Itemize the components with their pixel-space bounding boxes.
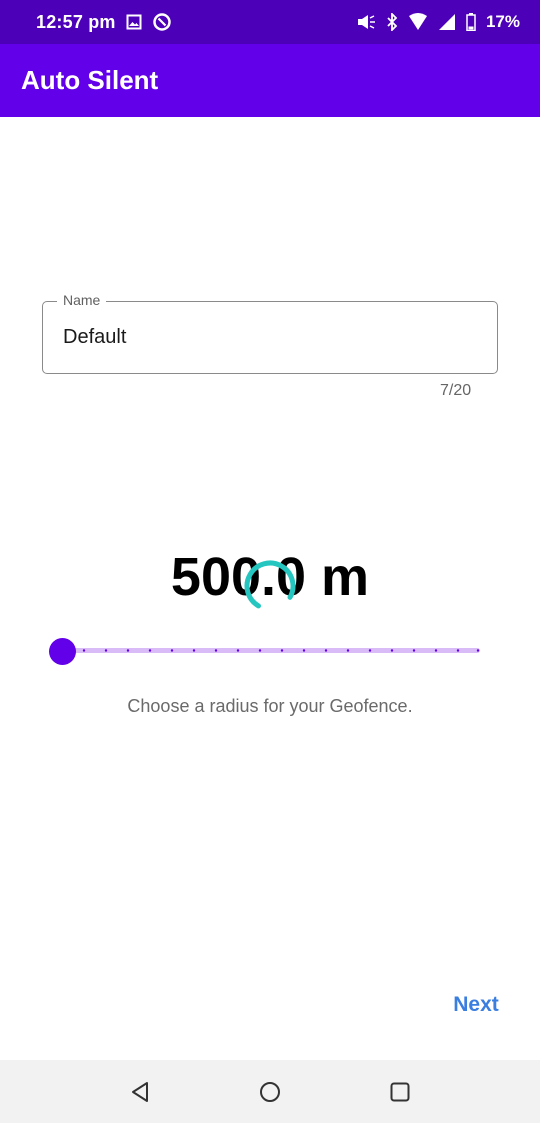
loading-spinner-icon	[244, 560, 296, 612]
speaker-icon	[356, 14, 376, 30]
status-right: 17%	[356, 12, 520, 32]
next-button[interactable]: Next	[436, 988, 516, 1022]
slider-tick-marks	[82, 649, 480, 652]
slider-track[interactable]	[62, 648, 480, 653]
battery-icon	[466, 13, 476, 31]
name-field[interactable]: Name Default	[42, 292, 498, 374]
status-time: 12:57 pm	[36, 11, 116, 32]
battery-percent: 17%	[485, 12, 520, 31]
data-saver-icon	[152, 12, 172, 32]
navigation-bar	[0, 1060, 540, 1123]
recents-icon[interactable]	[386, 1078, 414, 1106]
name-field-label: Name	[57, 292, 107, 308]
signal-icon	[438, 13, 456, 31]
radius-hint: Choose a radius for your Geofence.	[127, 696, 413, 716]
wifi-icon	[408, 13, 428, 31]
name-field-value[interactable]: Default	[63, 326, 126, 349]
app-title: Auto Silent	[21, 65, 159, 95]
status-left: 12:57 pm	[36, 12, 172, 33]
back-icon[interactable]	[126, 1078, 154, 1106]
status-bar: 12:57 pm 17%	[0, 0, 540, 44]
slider-thumb[interactable]	[49, 638, 76, 665]
app-bar: Auto Silent	[0, 44, 540, 117]
character-counter: 7/20	[440, 382, 472, 399]
image-icon	[126, 14, 142, 30]
home-icon[interactable]	[256, 1078, 284, 1106]
bluetooth-icon	[386, 13, 398, 31]
radius-slider[interactable]	[48, 636, 484, 666]
